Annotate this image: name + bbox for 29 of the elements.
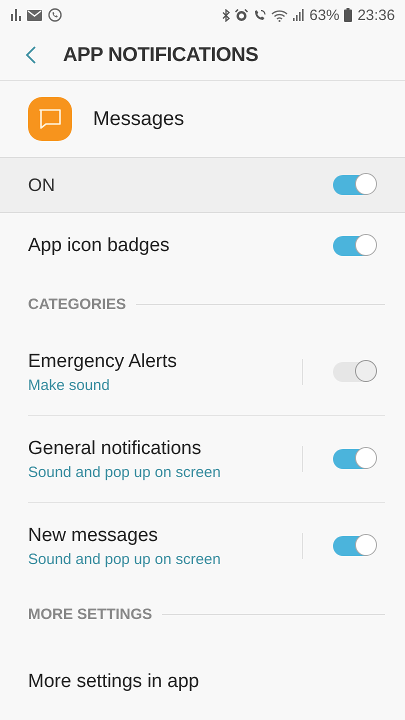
category-subtitle: Make sound	[28, 376, 111, 394]
messages-app-icon	[28, 97, 72, 141]
category-subtitle: Sound and pop up on screen	[28, 550, 222, 568]
app-name: Messages	[93, 108, 184, 130]
mail-icon	[27, 10, 42, 20]
signal-bars-icon	[11, 9, 21, 21]
battery-icon	[344, 8, 352, 22]
clock-time: 23:36	[357, 6, 395, 24]
wifi-icon	[271, 8, 288, 22]
settings-link[interactable]: More settings in app	[28, 671, 200, 693]
category-label[interactable]: General notifications	[28, 438, 302, 460]
bluetooth-icon	[222, 8, 230, 22]
category-subtitle: Sound and pop up on screen	[28, 464, 222, 480]
battery-percent: 63%	[309, 6, 340, 24]
page-title: APP NOTIFICATIONS	[63, 44, 258, 66]
master-switch-label: ON	[28, 174, 55, 196]
section-header: MORE SETTINGS	[28, 606, 152, 622]
master-switch[interactable]	[333, 175, 375, 195]
alarm-icon	[235, 8, 248, 22]
cell-signal-icon	[293, 9, 304, 21]
badges-switch[interactable]	[333, 236, 375, 256]
category-switch[interactable]	[333, 536, 375, 556]
wifi-call-icon	[253, 8, 266, 22]
back-icon[interactable]	[25, 45, 37, 65]
category-label[interactable]: New messages	[28, 524, 302, 546]
category-switch[interactable]	[333, 449, 375, 469]
setting-label: App icon badges	[28, 235, 170, 257]
phone-bubble-icon	[48, 8, 62, 22]
section-header: CATEGORIES	[28, 296, 126, 312]
